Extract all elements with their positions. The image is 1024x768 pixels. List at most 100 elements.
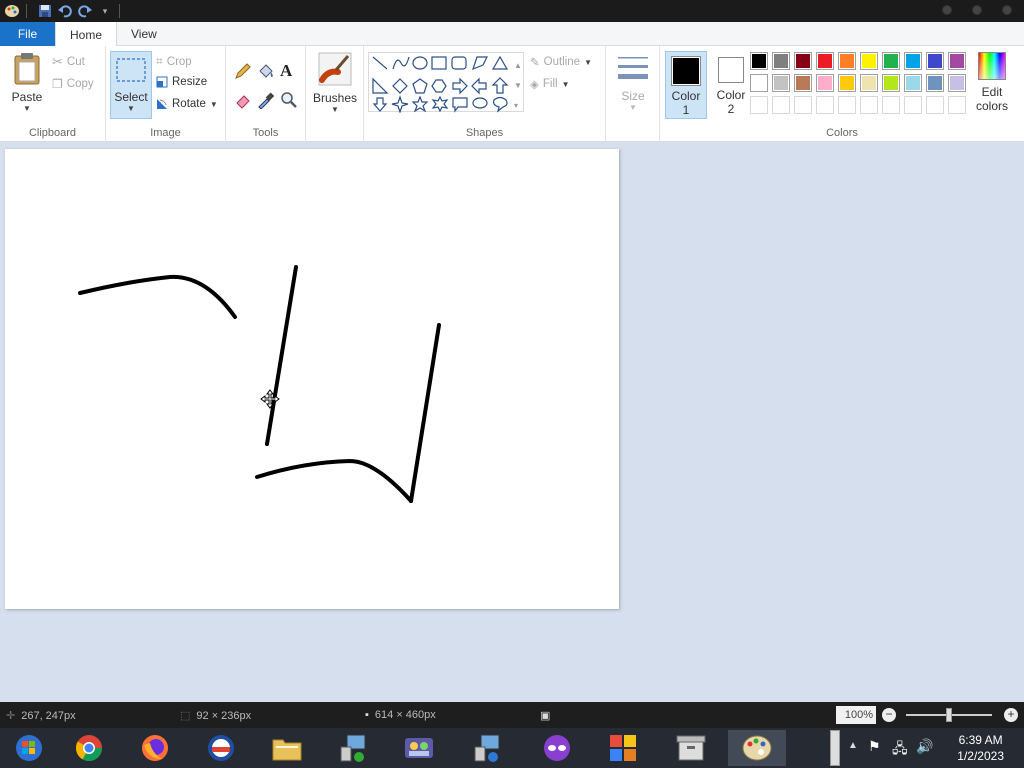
tab-home[interactable]: Home (55, 22, 118, 47)
color-picker-tool[interactable] (257, 91, 275, 112)
zoom-slider-thumb[interactable] (946, 708, 952, 722)
cursor-position-icon: ✛ (6, 710, 16, 722)
cut-button[interactable]: ✂ Cut (52, 54, 85, 70)
drawing-canvas[interactable] (5, 149, 619, 609)
swatch-fill (950, 76, 964, 90)
color-swatch[interactable] (926, 74, 944, 92)
zoom-out-button[interactable]: − (882, 708, 896, 722)
copy-button[interactable]: ❐ Copy (52, 77, 94, 91)
magnifier-tool[interactable] (280, 91, 298, 112)
custom-color-slot[interactable] (794, 96, 812, 114)
network-icon[interactable]: 🖧 (892, 738, 908, 762)
outline-button[interactable]: ✎ Outline ▼ (530, 55, 592, 69)
color1-button[interactable]: Color 1 (665, 51, 707, 119)
size-button[interactable]: Size ▼ (614, 54, 652, 112)
custom-color-slot[interactable] (948, 96, 966, 114)
scroll-up-icon[interactable]: ▲ (514, 56, 522, 76)
paint-app-icon[interactable] (4, 3, 20, 19)
color-swatch[interactable] (838, 52, 856, 70)
fill-label: Fill (542, 78, 558, 90)
crop-button[interactable]: ⌗ Crop (156, 54, 192, 69)
swatch-fill (774, 54, 788, 68)
save-icon[interactable] (37, 3, 53, 19)
color-swatch[interactable] (816, 52, 834, 70)
taskbar-remote-app[interactable] (458, 730, 516, 766)
color-swatch[interactable] (772, 52, 790, 70)
color-swatch[interactable] (948, 74, 966, 92)
undo-icon[interactable] (57, 3, 73, 19)
pencil-tool[interactable] (234, 62, 252, 83)
color-swatch[interactable] (750, 52, 768, 70)
custom-color-slot[interactable] (750, 96, 768, 114)
taskbar-users-app[interactable] (390, 730, 448, 766)
brushes-button[interactable]: Brushes ▼ (312, 52, 358, 114)
line-shape-icon (372, 56, 388, 70)
scroll-down-icon[interactable]: ▼ (514, 76, 522, 96)
custom-color-slot[interactable] (816, 96, 834, 114)
custom-color-slot[interactable] (772, 96, 790, 114)
eraser-tool[interactable] (234, 91, 252, 112)
rotate-button[interactable]: Rotate ▼ (156, 98, 218, 110)
color-swatch[interactable] (772, 74, 790, 92)
system-clock[interactable]: 6:39 AM 1/2/2023 (957, 732, 1004, 764)
more-shapes-icon[interactable]: ▾ (514, 96, 522, 116)
color-swatch[interactable] (948, 52, 966, 70)
taskbar-file-explorer[interactable] (258, 730, 316, 766)
taskbar-archive-app[interactable] (662, 730, 720, 766)
shapes-scroll[interactable]: ▲ ▼ ▾ (514, 56, 522, 116)
custom-color-slot[interactable] (904, 96, 922, 114)
minimize-button[interactable] (942, 5, 952, 15)
swatch-fill (840, 98, 854, 112)
color-swatch[interactable] (904, 74, 922, 92)
zoom-in-button[interactable]: + (1004, 708, 1018, 722)
taskbar-mask-app[interactable] (528, 730, 586, 766)
customize-toolbar-icon[interactable]: ▾ (97, 3, 113, 19)
callout-oval-shape-icon (472, 97, 488, 109)
stroke-curve-bottom (255, 459, 413, 503)
tab-view[interactable]: View (117, 22, 171, 46)
edit-colors-button[interactable]: Edit colors (972, 52, 1012, 113)
color-swatch[interactable] (816, 74, 834, 92)
select-button[interactable]: Select ▼ (110, 51, 152, 119)
color-swatch[interactable] (882, 74, 900, 92)
color-swatch[interactable] (860, 74, 878, 92)
custom-color-slot[interactable] (882, 96, 900, 114)
taskbar-paint[interactable] (728, 730, 786, 766)
color-swatch[interactable] (794, 74, 812, 92)
fill-button[interactable]: ◈ Fill ▼ (530, 77, 569, 91)
redo-icon[interactable] (77, 3, 93, 19)
curve-shape-icon (392, 56, 410, 70)
close-button[interactable] (1002, 5, 1012, 15)
color-swatch[interactable] (860, 52, 878, 70)
color-swatch[interactable] (926, 52, 944, 70)
custom-color-slot[interactable] (838, 96, 856, 114)
fill-tool[interactable] (257, 62, 275, 83)
maximize-button[interactable] (972, 5, 982, 15)
shapes-group-label: Shapes (465, 127, 504, 139)
show-hidden-icons[interactable]: ▲ (848, 740, 858, 751)
taskbar-scroll[interactable] (830, 730, 840, 766)
action-center-flag-icon[interactable]: ⚑ (868, 738, 881, 755)
color-swatch[interactable] (904, 52, 922, 70)
text-icon: A (280, 61, 293, 80)
color-swatch[interactable] (882, 52, 900, 70)
tab-file[interactable]: File (0, 22, 55, 46)
color-swatch[interactable] (838, 74, 856, 92)
taskbar-firefox[interactable] (126, 730, 184, 766)
color-swatch[interactable] (794, 52, 812, 70)
color-swatch[interactable] (750, 74, 768, 92)
resize-button[interactable]: Resize (156, 76, 207, 88)
custom-color-slot[interactable] (860, 96, 878, 114)
color2-button[interactable]: Color 2 (710, 51, 752, 119)
taskbar-app-circle[interactable] (192, 730, 250, 766)
paste-button[interactable]: Paste ▼ (8, 52, 46, 113)
start-button[interactable] (0, 730, 58, 766)
volume-icon[interactable]: 🔊 (916, 738, 933, 755)
shapes-gallery (368, 52, 524, 114)
taskbar-office-app[interactable] (594, 730, 652, 766)
text-tool[interactable]: A (280, 61, 292, 81)
taskbar-chrome[interactable] (60, 730, 118, 766)
chevron-down-icon: ▼ (209, 99, 218, 109)
taskbar-network-app[interactable] (324, 730, 382, 766)
custom-color-slot[interactable] (926, 96, 944, 114)
